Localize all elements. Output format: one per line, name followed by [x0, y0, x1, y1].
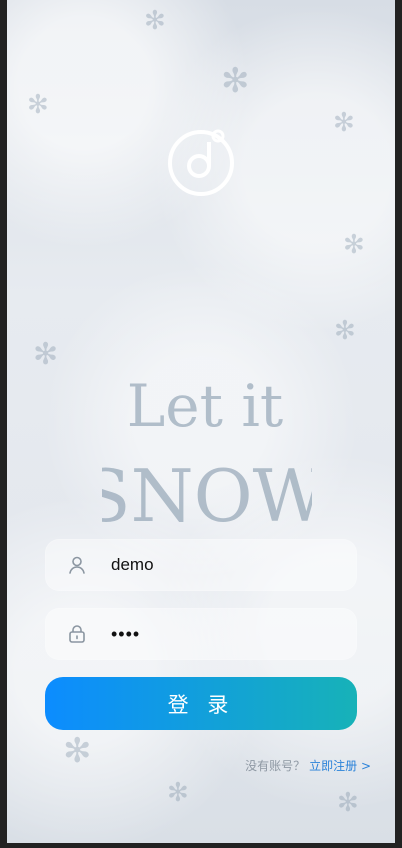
artwork-line-1: Let it: [127, 372, 283, 440]
username-input[interactable]: [111, 555, 321, 575]
artwork-line-2: SNOW: [102, 454, 312, 533]
password-input[interactable]: [111, 623, 321, 645]
snowflake-icon: ✻: [333, 108, 355, 138]
snowflake-icon: ✻: [63, 731, 92, 771]
signup-link[interactable]: 立即注册 >: [309, 757, 371, 774]
login-button[interactable]: 登 录: [45, 677, 357, 730]
user-icon: [67, 555, 87, 575]
password-field[interactable]: [45, 608, 357, 660]
title-artwork: Let it SNOW: [102, 372, 312, 533]
app-logo: [166, 128, 236, 198]
snowflake-icon: ✻: [337, 788, 359, 818]
snowflake-icon: ✻: [167, 778, 189, 808]
snowflake-icon: ✻: [343, 230, 365, 260]
snowflake-icon: ✻: [221, 61, 250, 101]
lock-icon: [67, 624, 87, 644]
snowflake-icon: ✻: [27, 90, 49, 120]
snowflake-icon: ✻: [334, 316, 356, 346]
signup-row: 没有账号？ 立即注册 >: [245, 757, 371, 774]
music-note-icon: [168, 129, 234, 196]
signup-prompt: 没有账号？: [245, 759, 306, 773]
snowflake-icon: ✻: [33, 337, 59, 372]
snowflake-icon: ✻: [144, 6, 166, 36]
login-screen: ✻ ✻ ✻ ✻ ✻ ✻ ✻ ✻ ✻ ✻ Let it SNOW demo •••…: [7, 0, 395, 843]
username-field[interactable]: [45, 539, 357, 591]
